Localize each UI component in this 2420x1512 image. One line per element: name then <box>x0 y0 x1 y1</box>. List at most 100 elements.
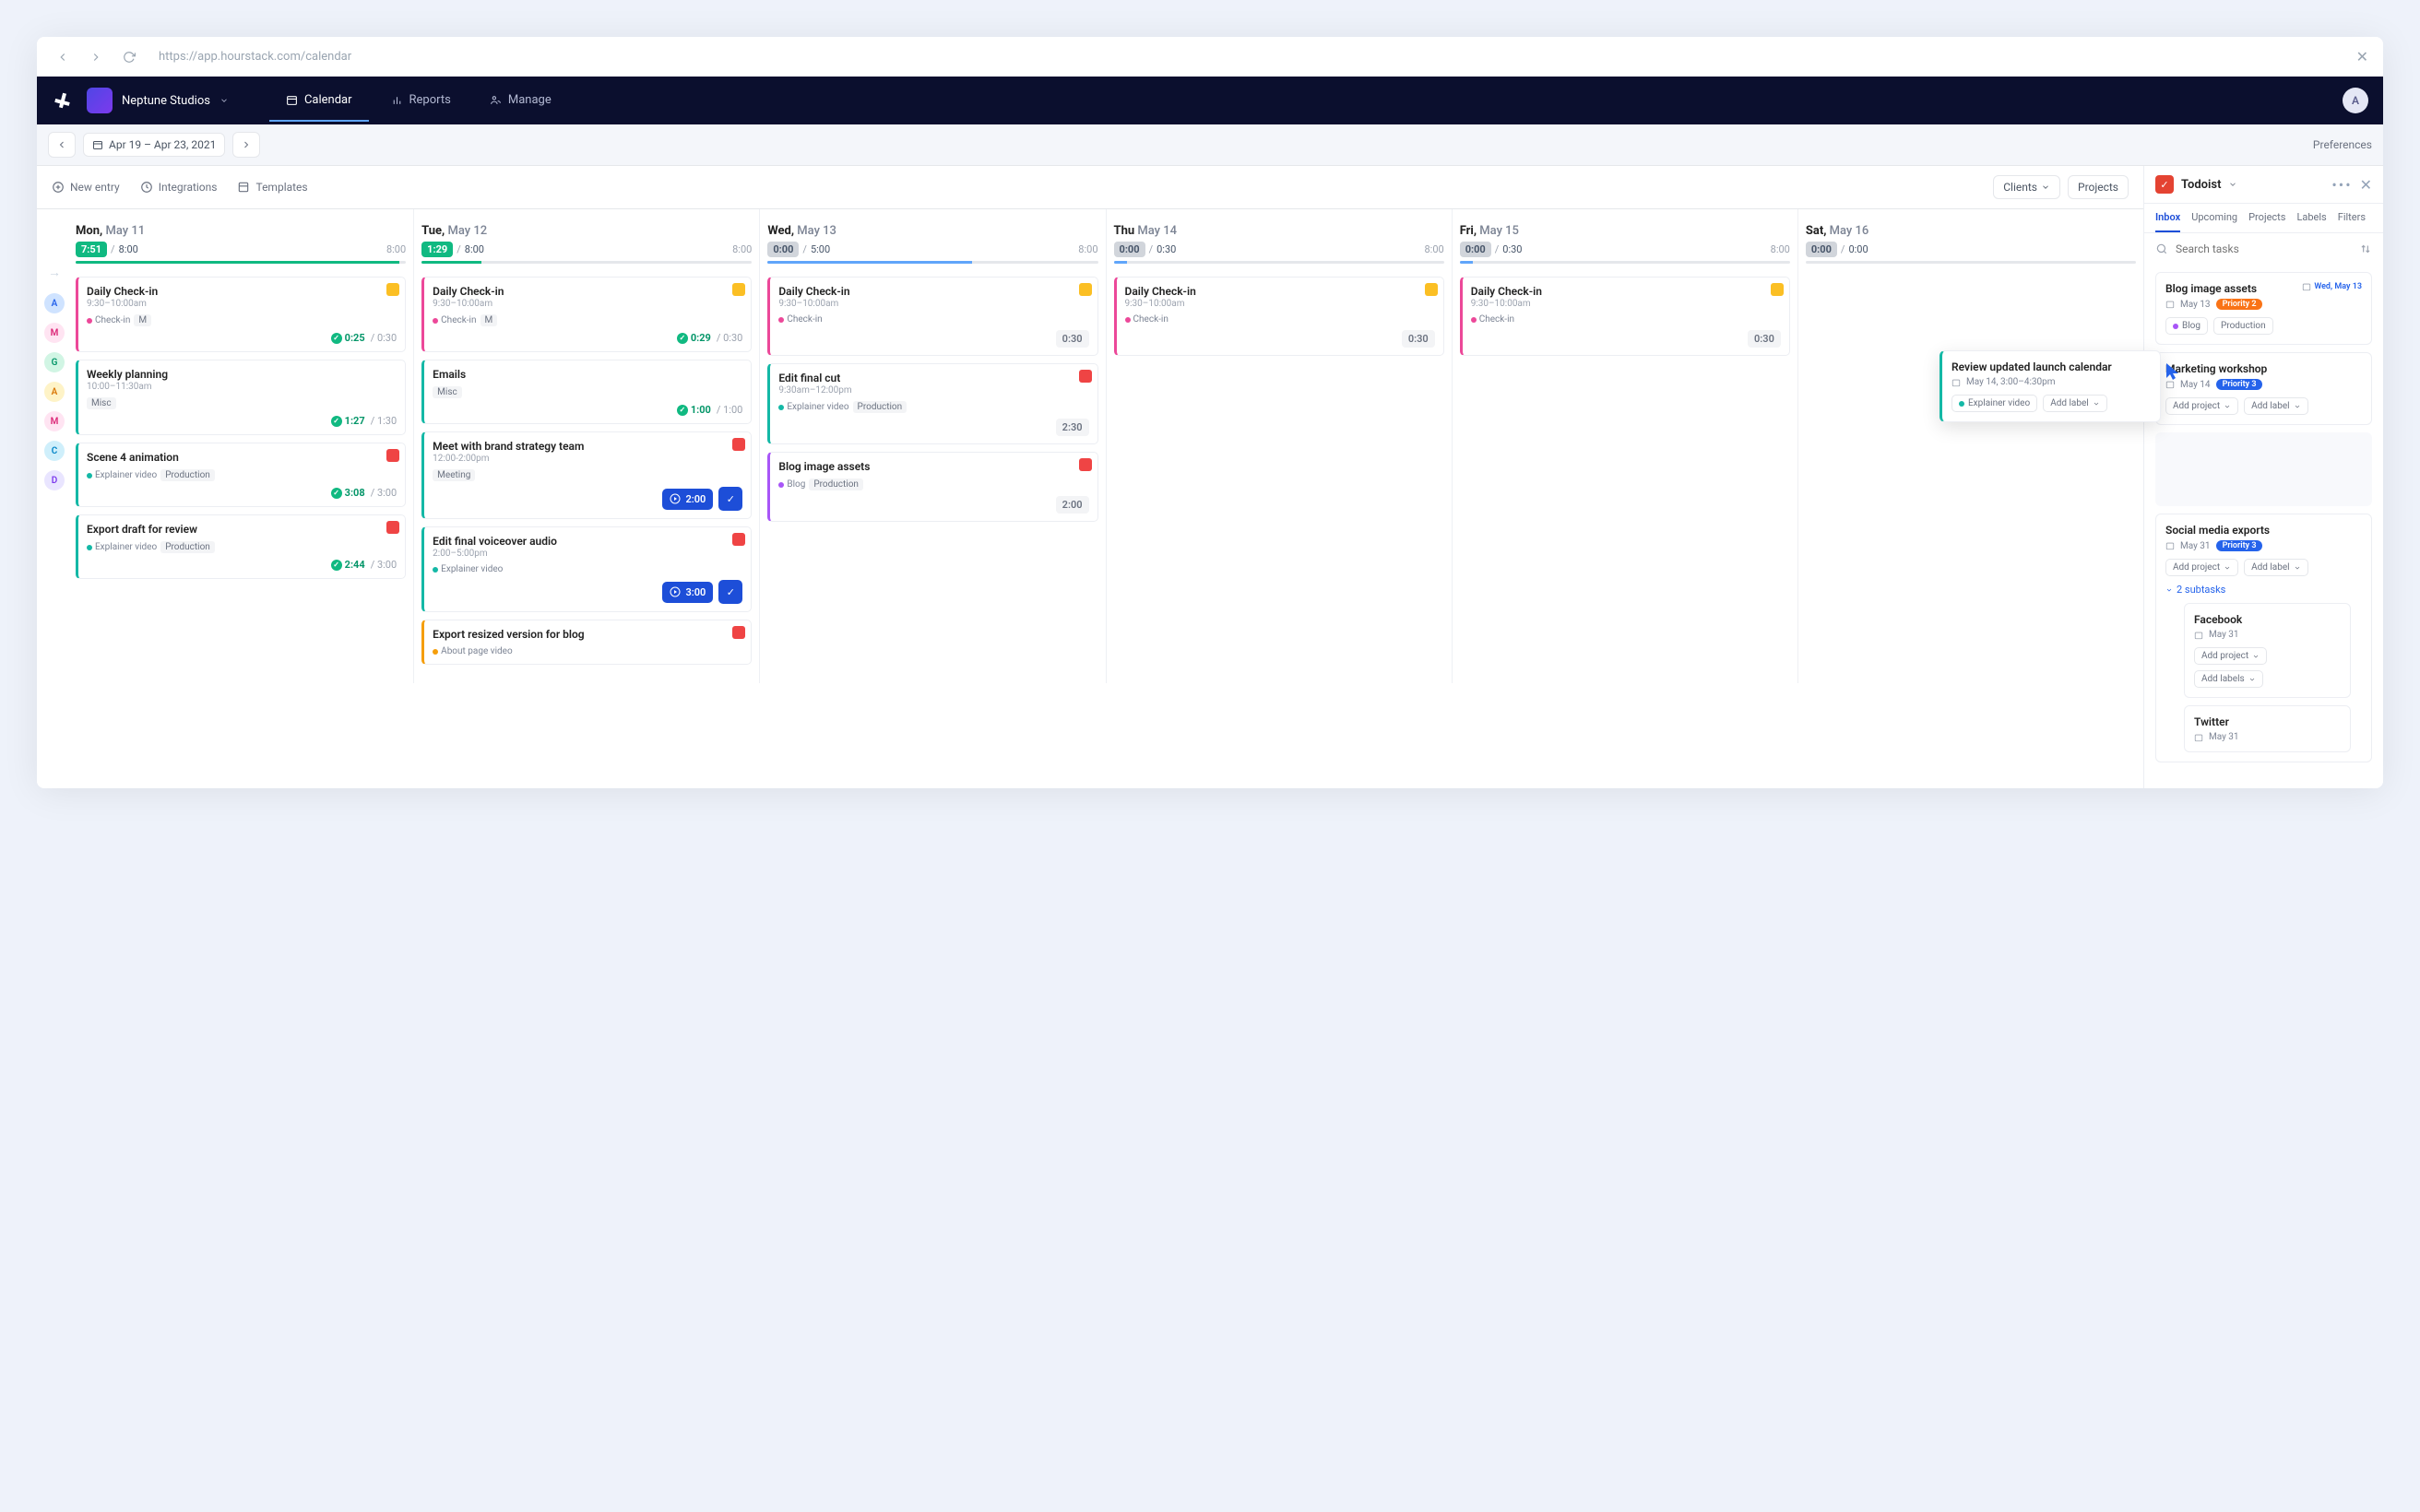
panel-tab[interactable]: Upcoming <box>2191 211 2237 232</box>
tab-reports[interactable]: Reports <box>374 80 468 122</box>
panel-tab[interactable]: Projects <box>2248 211 2285 232</box>
search-input[interactable] <box>2176 242 2352 255</box>
templates-icon <box>237 181 250 194</box>
chip[interactable]: Add label <box>2244 559 2308 576</box>
user-avatar[interactable]: A <box>2343 88 2368 113</box>
project-tag: Check-in <box>87 315 130 325</box>
confirm-button[interactable]: ✓ <box>718 580 742 604</box>
priority-badge: Priority 2 <box>2216 299 2263 310</box>
url-input[interactable] <box>151 44 2345 69</box>
team-avatar[interactable]: G <box>44 352 65 372</box>
label-tag: Misc <box>433 386 462 398</box>
team-avatar[interactable]: M <box>44 411 65 431</box>
project-tag: Check-in <box>433 315 476 325</box>
task-card[interactable]: Weekly planning 10:00–11:30am Misc ✓1:27… <box>76 360 406 435</box>
search-icon <box>2155 242 2168 255</box>
new-entry-button[interactable]: New entry <box>52 181 120 194</box>
task-card[interactable]: Export draft for review Explainer video … <box>76 514 406 579</box>
subtasks-toggle[interactable]: 2 subtasks <box>2165 584 2362 596</box>
confirm-button[interactable]: ✓ <box>718 487 742 511</box>
duration-badge: 0:30 <box>1402 330 1435 348</box>
reload-button[interactable] <box>118 46 140 68</box>
sidebar-task[interactable]: Marketing workshop May 14Priority 3 Add … <box>2155 352 2372 425</box>
project-tag: Check-in <box>1471 314 1514 325</box>
tab-calendar[interactable]: Calendar <box>269 80 369 122</box>
chevron-down-icon <box>2294 403 2301 410</box>
integration-icon <box>1771 283 1784 296</box>
close-button[interactable]: ✕ <box>2356 48 2368 65</box>
play-button[interactable]: 3:00 <box>662 582 713 603</box>
label-tag: Production <box>809 478 863 490</box>
task-card[interactable]: Daily Check-in 9:30–10:00am Check-in 0:3… <box>1114 277 1444 356</box>
drop-placeholder <box>2155 432 2372 506</box>
bar-chart-icon <box>391 94 403 106</box>
sidebar-task[interactable]: Twitter May 31 <box>2184 705 2351 752</box>
task-card[interactable]: Daily Check-in 9:30–10:00am Check-in M ✓… <box>76 277 406 352</box>
panel-title: Todoist <box>2181 178 2221 192</box>
task-card[interactable]: Meet with brand strategy team 12:00-2:00… <box>421 431 752 519</box>
team-avatar[interactable]: D <box>44 470 65 490</box>
chip[interactable]: Blog <box>2165 317 2208 335</box>
date-range-picker[interactable]: Apr 19 – Apr 23, 2021 <box>83 133 225 157</box>
priority-badge: Priority 3 <box>2216 540 2263 551</box>
next-week-button[interactable] <box>232 132 260 158</box>
team-avatar[interactable]: A <box>44 293 65 313</box>
chip[interactable]: Add labels <box>2194 670 2263 688</box>
chevron-down-icon[interactable] <box>2228 180 2237 189</box>
task-card[interactable]: Daily Check-in 9:30–10:00am Check-in 0:3… <box>767 277 1097 356</box>
task-card[interactable]: Edit final cut 9:30am–12:00pm Explainer … <box>767 363 1097 444</box>
chip[interactable]: Add project <box>2165 397 2238 415</box>
task-card[interactable]: Export resized version for blog About pa… <box>421 620 752 665</box>
forward-button[interactable] <box>85 46 107 68</box>
task-card[interactable]: Edit final voiceover audio 2:00–5:00pm E… <box>421 526 752 612</box>
project-tag: Check-in <box>1125 314 1168 325</box>
panel-tab[interactable]: Inbox <box>2155 211 2180 232</box>
project-tag: Explainer video <box>778 402 848 412</box>
todoist-panel: Review updated launch calendar May 14, 3… <box>2143 166 2383 788</box>
workspace-selector[interactable]: Neptune Studios <box>87 88 247 113</box>
templates-button[interactable]: Templates <box>237 181 307 194</box>
panel-tab[interactable]: Labels <box>2296 211 2326 232</box>
integration-icon <box>386 449 399 462</box>
panel-tab[interactable]: Filters <box>2338 211 2366 232</box>
task-card[interactable]: Emails Misc ✓1:00/ 1:00 <box>421 360 752 424</box>
play-button[interactable]: 2:00 <box>662 489 713 510</box>
team-avatar[interactable]: M <box>44 323 65 343</box>
sidebar-task[interactable]: Social media exports May 31Priority 3 Ad… <box>2155 514 2372 762</box>
integration-icon <box>1079 283 1092 296</box>
chip[interactable]: Add label <box>2244 397 2308 415</box>
expand-icon[interactable]: → <box>41 257 68 284</box>
chip[interactable]: Add project <box>2165 559 2238 576</box>
integrations-button[interactable]: Integrations <box>140 181 218 194</box>
status-time: ✓1:00 <box>677 404 711 416</box>
prev-week-button[interactable] <box>48 132 76 158</box>
sort-button[interactable] <box>2359 242 2372 255</box>
sidebar-task[interactable]: Blog image assets Wed, May 13 May 13Prio… <box>2155 272 2372 345</box>
calendar-icon <box>2194 733 2203 742</box>
clients-filter[interactable]: Clients <box>1993 175 2060 199</box>
task-card[interactable]: Blog image assets Blog Production 2:00 <box>767 452 1097 522</box>
team-avatar[interactable]: A <box>44 382 65 402</box>
more-icon[interactable]: ••• <box>2331 176 2352 194</box>
integration-icon <box>732 283 745 296</box>
chip[interactable]: Add project <box>2194 647 2267 665</box>
chip[interactable]: Production <box>2213 317 2273 335</box>
preferences-link[interactable]: Preferences <box>2313 138 2372 151</box>
workspace-name: Neptune Studios <box>122 94 210 108</box>
close-panel-button[interactable]: ✕ <box>2360 176 2372 194</box>
projects-filter[interactable]: Projects <box>2068 175 2129 199</box>
sidebar-task[interactable]: Facebook May 31 Add projectAdd labels <box>2184 603 2351 698</box>
day-header: Fri, May 15 0:00/0:308:00 <box>1460 217 1790 269</box>
task-card[interactable]: Scene 4 animation Explainer video Produc… <box>76 443 406 507</box>
project-tag: Blog <box>778 479 805 490</box>
tab-manage[interactable]: Manage <box>473 80 568 122</box>
task-card[interactable]: Daily Check-in 9:30–10:00am Check-in 0:3… <box>1460 277 1790 356</box>
duration-badge: 0:30 <box>1748 330 1781 348</box>
add-label-chip[interactable]: Add label <box>2043 395 2107 412</box>
duration-badge: 2:00 <box>1056 496 1089 514</box>
team-avatar[interactable]: C <box>44 441 65 461</box>
status-time: ✓0:25 <box>331 332 365 344</box>
task-card[interactable]: Daily Check-in 9:30–10:00am Check-in M ✓… <box>421 277 752 352</box>
drag-task-card[interactable]: Review updated launch calendar May 14, 3… <box>1940 350 2161 422</box>
back-button[interactable] <box>52 46 74 68</box>
